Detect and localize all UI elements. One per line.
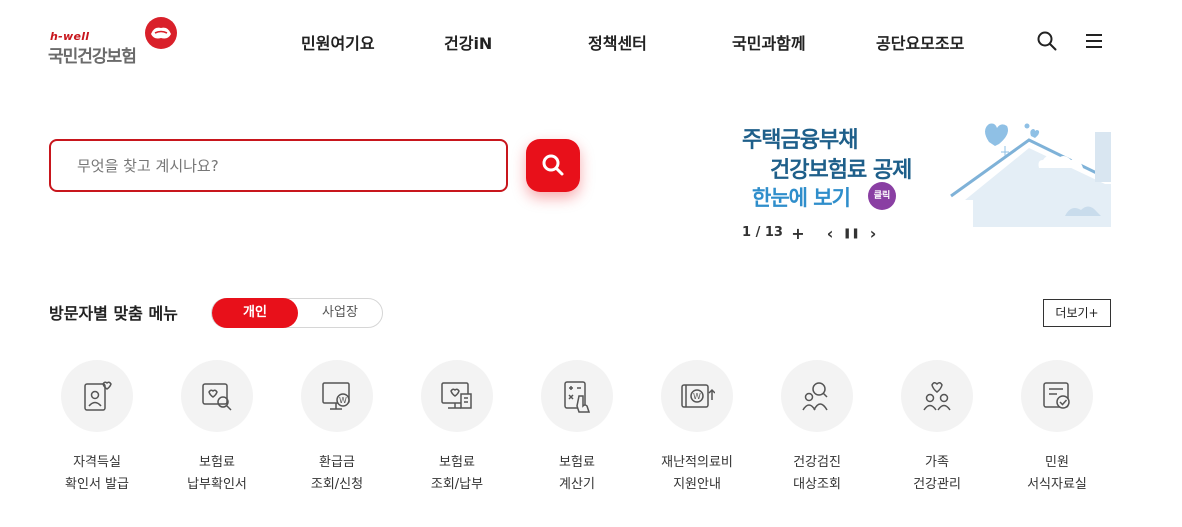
menu-item-family-health[interactable]: 가족 건강관리 (888, 360, 988, 500)
menu-label-line1: 재난적의료비 (661, 455, 733, 470)
menu-label-line1: 자격득실 (73, 455, 121, 470)
nav-item-civil-service[interactable]: 민원여기요 (301, 30, 375, 54)
nav-item-about-nhis[interactable]: 공단요모조모 (876, 30, 964, 54)
banner-next-button[interactable]: › (865, 224, 881, 243)
menu-item-label: 민원 서식자료실 (1008, 452, 1106, 496)
menu-label-line1: 환급금 (319, 455, 355, 470)
visitor-type-toggle: 개인 사업장 (211, 298, 383, 328)
menu-label-line1: 보험료 (439, 455, 475, 470)
banner-headline-1: 주택금융부채 (742, 128, 858, 153)
menu-icon-circle (181, 360, 253, 432)
menu-label-line2: 조회/신청 (310, 477, 364, 492)
section-title: 방문자별 맞춤 메뉴 (49, 304, 178, 323)
menu-label-line2: 확인서 발급 (65, 477, 129, 492)
menu-item-label: 보험료 계산기 (528, 452, 626, 496)
menu-label-line2: 서식자료실 (1027, 477, 1087, 492)
tab-personal[interactable]: 개인 (212, 298, 298, 328)
menu-label-line1: 보험료 (199, 455, 235, 470)
menu-label-line1: 보험료 (559, 455, 595, 470)
search-icon (542, 154, 564, 176)
menu-item-label: 재난적의료비 지원안내 (648, 452, 746, 496)
more-button[interactable]: 더보기+ (1043, 299, 1111, 327)
hamburger-menu-icon[interactable] (1083, 30, 1105, 52)
menu-icon-circle: W (661, 360, 733, 432)
menu-item-payment-certificate[interactable]: 보험료 납부확인서 (168, 360, 268, 500)
banner-prev-button[interactable]: ‹ (822, 224, 838, 243)
menu-label-line1: 가족 (925, 455, 949, 470)
menu-icon-circle (901, 360, 973, 432)
menu-item-label: 가족 건강관리 (888, 452, 986, 496)
menu-item-label: 건강검진 대상조회 (768, 452, 866, 496)
menu-icon-circle (1021, 360, 1093, 432)
menu-label-line1: 민원 (1045, 455, 1069, 470)
nav-item-with-citizens[interactable]: 국민과함께 (732, 30, 806, 54)
menu-item-eligibility-certificate[interactable]: 자격득실 확인서 발급 (48, 360, 148, 500)
menu-label-line2: 납부확인서 (187, 477, 247, 492)
menu-icon-circle (61, 360, 133, 432)
search-icon[interactable] (1036, 30, 1058, 52)
people-search-icon (802, 382, 828, 411)
tab-business[interactable]: 사업장 (298, 299, 382, 327)
menu-icon-circle: W (301, 360, 373, 432)
menu-item-forms-library[interactable]: 민원 서식자료실 (1008, 360, 1108, 500)
menu-label-line2: 대상조회 (793, 477, 841, 492)
menu-label-line2: 계산기 (559, 477, 595, 492)
menu-icon-circle (541, 360, 613, 432)
menu-item-refund[interactable]: W 환급금 조회/신청 (288, 360, 388, 500)
promo-banner[interactable]: 주택금융부채 건강보험료 공제 한눈에 보기 클릭 (730, 112, 1111, 227)
banner-pause-button[interactable]: ❚❚ (843, 224, 860, 242)
main-navigation: 민원여기요 건강iN 정책센터 국민과함께 공단요모조모 (0, 30, 1182, 54)
menu-item-label: 보험료 조회/납부 (408, 452, 506, 496)
menu-item-catastrophic-medical-support[interactable]: W 재난적의료비 지원안내 (648, 360, 748, 500)
family-heart-icon (923, 381, 951, 411)
svg-text:W: W (693, 392, 701, 401)
menu-item-premium-calculator[interactable]: 보험료 계산기 (528, 360, 628, 500)
search-input[interactable] (51, 141, 506, 190)
menu-icon-circle (421, 360, 493, 432)
card-search-icon (202, 383, 232, 411)
menu-label-line2: 조회/납부 (430, 477, 484, 492)
menu-item-premium-payment[interactable]: 보험료 조회/납부 (408, 360, 508, 500)
menu-icon-circle (781, 360, 853, 432)
menu-item-label: 자격득실 확인서 발급 (48, 452, 146, 496)
banner-plus-button[interactable]: + (790, 224, 806, 243)
menu-label-line1: 건강검진 (793, 455, 841, 470)
monitor-won-icon: W (322, 382, 350, 410)
wallet-won-icon: W (681, 384, 715, 408)
banner-page-counter: 1 / 13 (742, 225, 783, 240)
document-check-icon (1043, 382, 1070, 409)
nav-item-health-in[interactable]: 건강iN (444, 30, 492, 54)
menu-label-line2: 건강관리 (913, 477, 961, 492)
search-submit-button[interactable] (526, 139, 580, 192)
screen-receipt-icon (441, 382, 472, 409)
nav-item-policy-center[interactable]: 정책센터 (588, 30, 647, 54)
banner-headline-3: 한눈에 보기 (752, 186, 851, 210)
banner-click-badge[interactable]: 클릭 (868, 182, 896, 210)
banner-headline-2: 건강보험료 공제 (770, 158, 912, 183)
menu-item-label: 환급금 조회/신청 (288, 452, 386, 496)
menu-item-health-checkup-lookup[interactable]: 건강검진 대상조회 (768, 360, 868, 500)
menu-label-line2: 지원안내 (673, 477, 721, 492)
menu-item-label: 보험료 납부확인서 (168, 452, 266, 496)
id-card-heart-icon (84, 381, 112, 411)
search-field-wrapper (49, 139, 508, 192)
svg-text:W: W (339, 396, 347, 405)
calculator-hand-icon (564, 381, 591, 413)
house-heart-illustration (950, 123, 1111, 227)
